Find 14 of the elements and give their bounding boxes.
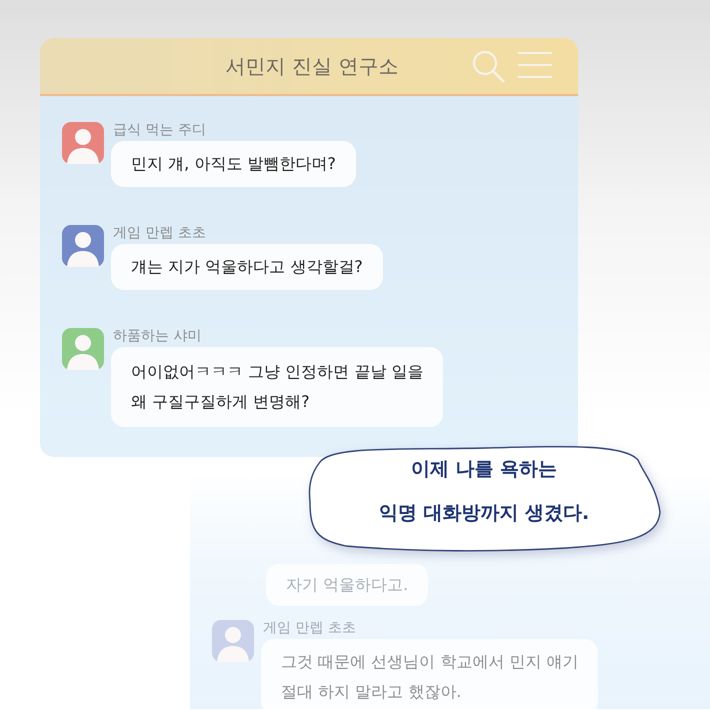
sender-name: 게임 만렙 초초	[113, 225, 207, 241]
sender-name: 게임 만렙 초초	[263, 620, 357, 636]
search-icon[interactable]	[472, 50, 506, 84]
caption-text: 이제 나를 욕하는	[410, 457, 558, 482]
message-bubble: 자기 억울하다고.	[266, 564, 428, 606]
message-bubble: 그것 때문에 선생님이 학교에서 민지 얘기 절대 하지 말라고 했잖아.	[261, 639, 598, 709]
chat-room-title: 서민지 진실 연구소	[224, 52, 398, 80]
menu-icon[interactable]	[518, 50, 552, 80]
caption-text: 익명 대화방까지 생겼다.	[378, 501, 590, 526]
message-bubble: 어이없어ㅋㅋㅋ 그냥 인정하면 끝날 일을 왜 구질구질하게 변명해?	[111, 347, 444, 427]
message-bubble: 민지 걔, 아직도 발뺌한다며?	[111, 141, 356, 187]
sender-name: 급식 먹는 주디	[113, 122, 207, 138]
sender-name: 하품하는 샤미	[113, 328, 202, 344]
message-bubble: 걔는 지가 억울하다고 생각할걸?	[111, 244, 383, 290]
